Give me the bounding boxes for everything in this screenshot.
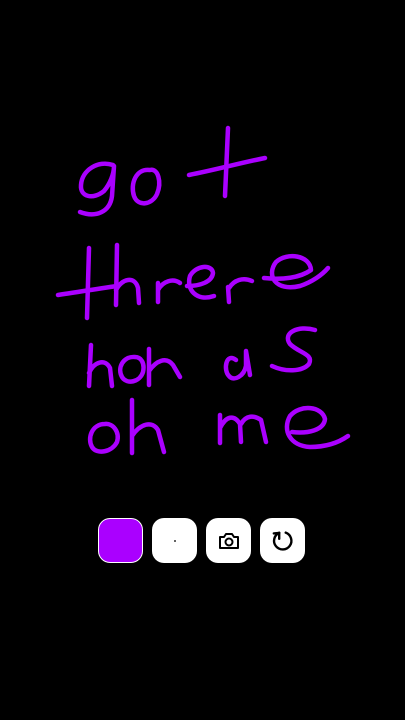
brush-size-dot-icon [173,539,176,542]
camera-icon [218,532,239,549]
brush-size-button[interactable] [152,518,197,563]
undo-icon [272,530,293,551]
word-oh-me [87,397,351,456]
handwriting-strokes [55,125,351,456]
undo-button[interactable] [260,518,305,563]
color-swatch-button[interactable] [98,518,143,563]
camera-button[interactable] [206,518,251,563]
word-got [77,125,268,217]
drawing-toolbar [98,518,305,563]
word-nonas [86,326,318,389]
word-there [55,242,331,321]
drawing-canvas[interactable] [0,0,405,720]
